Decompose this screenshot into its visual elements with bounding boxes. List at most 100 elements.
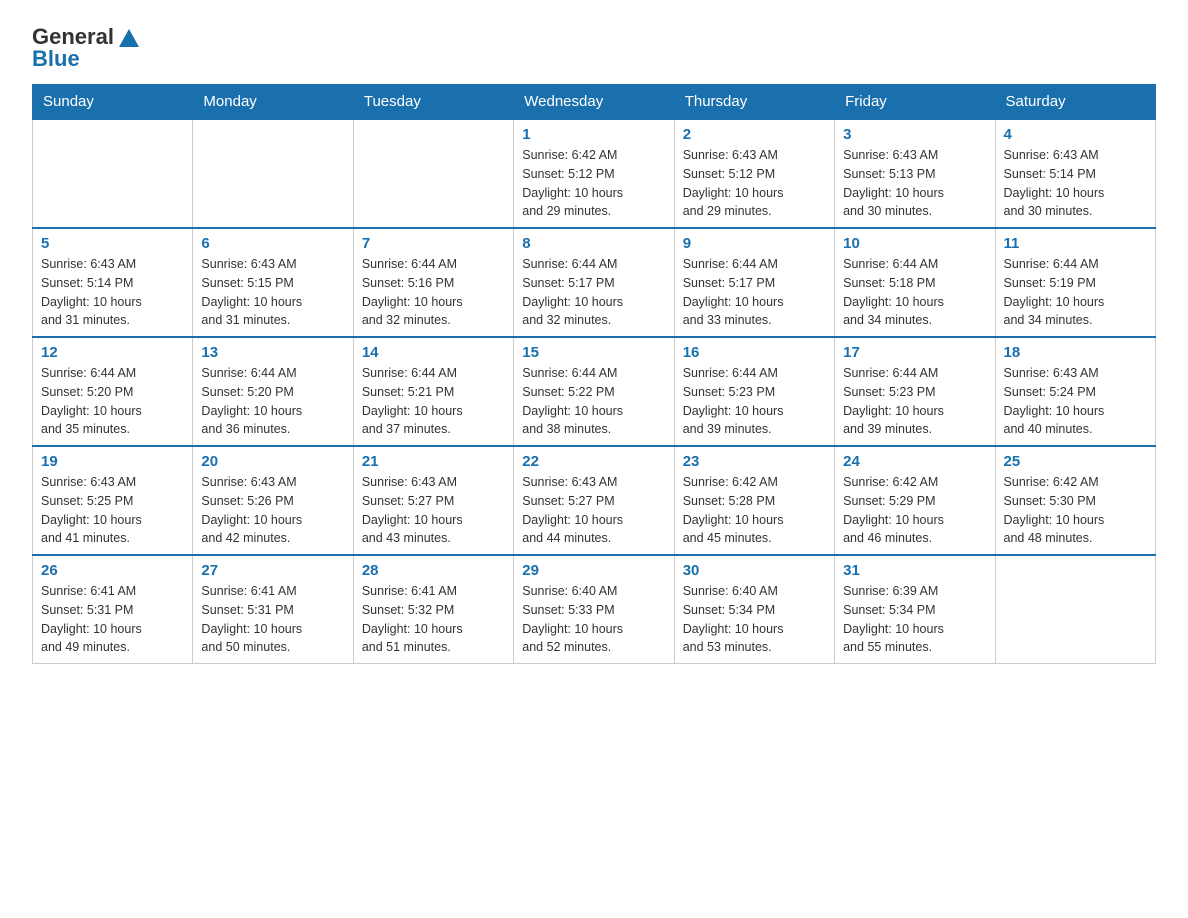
day-info: Sunrise: 6:41 AM Sunset: 5:32 PM Dayligh… bbox=[362, 582, 505, 657]
calendar-cell: 2 Sunrise: 6:43 AM Sunset: 5:12 PM Daylig… bbox=[674, 119, 834, 228]
logo-blue-label: Blue bbox=[32, 46, 80, 72]
day-info: Sunrise: 6:43 AM Sunset: 5:25 PM Dayligh… bbox=[41, 473, 184, 548]
day-number: 7 bbox=[362, 235, 505, 252]
calendar-header-wednesday: Wednesday bbox=[514, 85, 674, 120]
calendar-cell: 13 Sunrise: 6:44 AM Sunset: 5:20 PM Dayli… bbox=[193, 337, 353, 446]
day-number: 21 bbox=[362, 453, 505, 470]
day-info: Sunrise: 6:43 AM Sunset: 5:12 PM Dayligh… bbox=[683, 146, 826, 221]
day-info: Sunrise: 6:44 AM Sunset: 5:22 PM Dayligh… bbox=[522, 364, 665, 439]
day-number: 4 bbox=[1004, 126, 1147, 143]
calendar-cell: 9 Sunrise: 6:44 AM Sunset: 5:17 PM Daylig… bbox=[674, 228, 834, 337]
day-info: Sunrise: 6:42 AM Sunset: 5:28 PM Dayligh… bbox=[683, 473, 826, 548]
calendar-cell: 10 Sunrise: 6:44 AM Sunset: 5:18 PM Dayli… bbox=[835, 228, 995, 337]
day-number: 19 bbox=[41, 453, 184, 470]
day-info: Sunrise: 6:44 AM Sunset: 5:17 PM Dayligh… bbox=[683, 255, 826, 330]
week-row-3: 12 Sunrise: 6:44 AM Sunset: 5:20 PM Dayli… bbox=[33, 337, 1156, 446]
day-number: 6 bbox=[201, 235, 344, 252]
day-number: 22 bbox=[522, 453, 665, 470]
calendar-cell: 26 Sunrise: 6:41 AM Sunset: 5:31 PM Dayli… bbox=[33, 555, 193, 664]
day-number: 15 bbox=[522, 344, 665, 361]
calendar-cell: 4 Sunrise: 6:43 AM Sunset: 5:14 PM Daylig… bbox=[995, 119, 1155, 228]
calendar-cell bbox=[193, 119, 353, 228]
calendar-cell: 19 Sunrise: 6:43 AM Sunset: 5:25 PM Dayli… bbox=[33, 446, 193, 555]
calendar-header-row: SundayMondayTuesdayWednesdayThursdayFrid… bbox=[33, 85, 1156, 120]
day-info: Sunrise: 6:43 AM Sunset: 5:27 PM Dayligh… bbox=[522, 473, 665, 548]
day-number: 18 bbox=[1004, 344, 1147, 361]
day-info: Sunrise: 6:43 AM Sunset: 5:24 PM Dayligh… bbox=[1004, 364, 1147, 439]
calendar-header-sunday: Sunday bbox=[33, 85, 193, 120]
calendar-cell: 5Sunrise: 6:43 AM Sunset: 5:14 PM Daylig… bbox=[33, 228, 193, 337]
day-info: Sunrise: 6:44 AM Sunset: 5:23 PM Dayligh… bbox=[843, 364, 986, 439]
day-info: Sunrise: 6:44 AM Sunset: 5:19 PM Dayligh… bbox=[1004, 255, 1147, 330]
day-number: 25 bbox=[1004, 453, 1147, 470]
day-info: Sunrise: 6:44 AM Sunset: 5:21 PM Dayligh… bbox=[362, 364, 505, 439]
calendar-cell: 24Sunrise: 6:42 AM Sunset: 5:29 PM Dayli… bbox=[835, 446, 995, 555]
day-info: Sunrise: 6:43 AM Sunset: 5:26 PM Dayligh… bbox=[201, 473, 344, 548]
logo: General Blue bbox=[32, 24, 139, 72]
calendar-header-friday: Friday bbox=[835, 85, 995, 120]
calendar-cell: 16 Sunrise: 6:44 AM Sunset: 5:23 PM Dayli… bbox=[674, 337, 834, 446]
day-number: 13 bbox=[201, 344, 344, 361]
day-number: 3 bbox=[843, 126, 986, 143]
day-info: Sunrise: 6:40 AM Sunset: 5:33 PM Dayligh… bbox=[522, 582, 665, 657]
day-info: Sunrise: 6:42 AM Sunset: 5:30 PM Dayligh… bbox=[1004, 473, 1147, 548]
calendar-cell: 1 Sunrise: 6:42 AM Sunset: 5:12 PM Daylig… bbox=[514, 119, 674, 228]
calendar-header-monday: Monday bbox=[193, 85, 353, 120]
calendar-cell: 8 Sunrise: 6:44 AM Sunset: 5:17 PM Daylig… bbox=[514, 228, 674, 337]
page-header: General Blue bbox=[32, 24, 1156, 72]
day-number: 14 bbox=[362, 344, 505, 361]
day-number: 28 bbox=[362, 562, 505, 579]
calendar-cell: 7 Sunrise: 6:44 AM Sunset: 5:16 PM Daylig… bbox=[353, 228, 513, 337]
calendar-cell: 12 Sunrise: 6:44 AM Sunset: 5:20 PM Dayli… bbox=[33, 337, 193, 446]
week-row-5: 26 Sunrise: 6:41 AM Sunset: 5:31 PM Dayli… bbox=[33, 555, 1156, 664]
day-number: 23 bbox=[683, 453, 826, 470]
day-info: Sunrise: 6:42 AM Sunset: 5:12 PM Dayligh… bbox=[522, 146, 665, 221]
calendar-cell bbox=[995, 555, 1155, 664]
day-info: Sunrise: 6:44 AM Sunset: 5:16 PM Dayligh… bbox=[362, 255, 505, 330]
day-number: 1 bbox=[522, 126, 665, 143]
calendar-cell: 20 Sunrise: 6:43 AM Sunset: 5:26 PM Dayli… bbox=[193, 446, 353, 555]
calendar-cell: 15 Sunrise: 6:44 AM Sunset: 5:22 PM Dayli… bbox=[514, 337, 674, 446]
calendar-header-saturday: Saturday bbox=[995, 85, 1155, 120]
day-number: 11 bbox=[1004, 235, 1147, 252]
day-number: 30 bbox=[683, 562, 826, 579]
calendar-cell: 22 Sunrise: 6:43 AM Sunset: 5:27 PM Dayli… bbox=[514, 446, 674, 555]
day-info: Sunrise: 6:44 AM Sunset: 5:23 PM Dayligh… bbox=[683, 364, 826, 439]
calendar-cell: 18 Sunrise: 6:43 AM Sunset: 5:24 PM Dayli… bbox=[995, 337, 1155, 446]
day-info: Sunrise: 6:43 AM Sunset: 5:13 PM Dayligh… bbox=[843, 146, 986, 221]
day-info: Sunrise: 6:44 AM Sunset: 5:20 PM Dayligh… bbox=[201, 364, 344, 439]
calendar-cell: 17Sunrise: 6:44 AM Sunset: 5:23 PM Dayli… bbox=[835, 337, 995, 446]
day-info: Sunrise: 6:41 AM Sunset: 5:31 PM Dayligh… bbox=[41, 582, 184, 657]
day-info: Sunrise: 6:44 AM Sunset: 5:18 PM Dayligh… bbox=[843, 255, 986, 330]
day-number: 8 bbox=[522, 235, 665, 252]
calendar-header-thursday: Thursday bbox=[674, 85, 834, 120]
day-number: 2 bbox=[683, 126, 826, 143]
day-info: Sunrise: 6:41 AM Sunset: 5:31 PM Dayligh… bbox=[201, 582, 344, 657]
day-info: Sunrise: 6:43 AM Sunset: 5:14 PM Dayligh… bbox=[1004, 146, 1147, 221]
day-info: Sunrise: 6:43 AM Sunset: 5:15 PM Dayligh… bbox=[201, 255, 344, 330]
day-number: 12 bbox=[41, 344, 184, 361]
calendar-cell: 21Sunrise: 6:43 AM Sunset: 5:27 PM Dayli… bbox=[353, 446, 513, 555]
day-number: 16 bbox=[683, 344, 826, 361]
day-number: 5 bbox=[41, 235, 184, 252]
calendar-header-tuesday: Tuesday bbox=[353, 85, 513, 120]
calendar-cell: 27 Sunrise: 6:41 AM Sunset: 5:31 PM Dayli… bbox=[193, 555, 353, 664]
day-info: Sunrise: 6:40 AM Sunset: 5:34 PM Dayligh… bbox=[683, 582, 826, 657]
calendar-table: SundayMondayTuesdayWednesdayThursdayFrid… bbox=[32, 84, 1156, 664]
week-row-1: 1 Sunrise: 6:42 AM Sunset: 5:12 PM Daylig… bbox=[33, 119, 1156, 228]
calendar-cell: 29Sunrise: 6:40 AM Sunset: 5:33 PM Dayli… bbox=[514, 555, 674, 664]
calendar-cell: 6 Sunrise: 6:43 AM Sunset: 5:15 PM Daylig… bbox=[193, 228, 353, 337]
calendar-cell: 23 Sunrise: 6:42 AM Sunset: 5:28 PM Dayli… bbox=[674, 446, 834, 555]
calendar-cell bbox=[353, 119, 513, 228]
calendar-cell: 31Sunrise: 6:39 AM Sunset: 5:34 PM Dayli… bbox=[835, 555, 995, 664]
calendar-cell: 30 Sunrise: 6:40 AM Sunset: 5:34 PM Dayli… bbox=[674, 555, 834, 664]
day-info: Sunrise: 6:42 AM Sunset: 5:29 PM Dayligh… bbox=[843, 473, 986, 548]
day-number: 26 bbox=[41, 562, 184, 579]
day-number: 27 bbox=[201, 562, 344, 579]
day-info: Sunrise: 6:44 AM Sunset: 5:17 PM Dayligh… bbox=[522, 255, 665, 330]
day-number: 9 bbox=[683, 235, 826, 252]
calendar-cell: 28 Sunrise: 6:41 AM Sunset: 5:32 PM Dayli… bbox=[353, 555, 513, 664]
day-info: Sunrise: 6:44 AM Sunset: 5:20 PM Dayligh… bbox=[41, 364, 184, 439]
day-number: 10 bbox=[843, 235, 986, 252]
day-number: 20 bbox=[201, 453, 344, 470]
